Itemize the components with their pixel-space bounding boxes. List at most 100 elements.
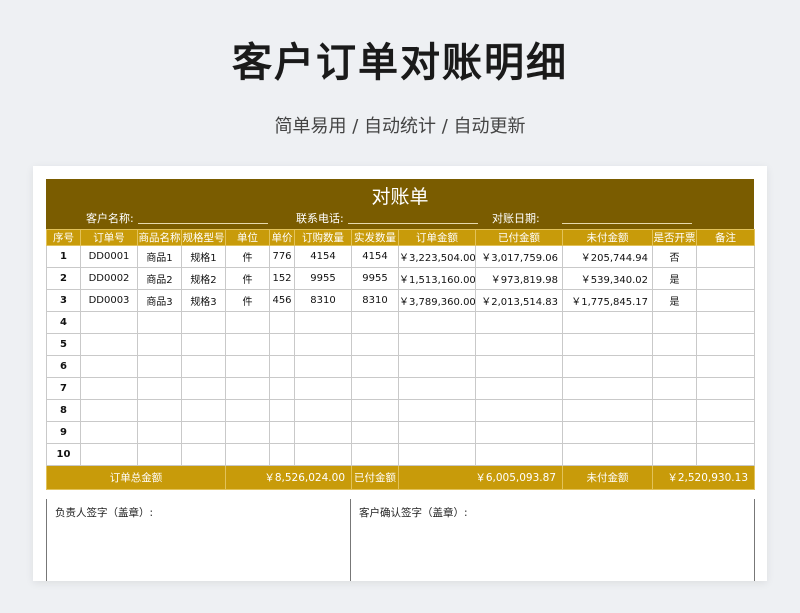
table-cell[interactable]: [475, 399, 563, 422]
table-cell[interactable]: [696, 355, 755, 378]
table-cell[interactable]: DD0003: [80, 289, 138, 312]
table-cell[interactable]: [562, 377, 653, 400]
table-cell[interactable]: ￥973,819.98: [475, 267, 563, 290]
table-cell[interactable]: [351, 443, 399, 466]
table-cell[interactable]: [294, 421, 352, 444]
table-cell[interactable]: ￥3,223,504.00: [398, 245, 476, 268]
date-field[interactable]: [562, 223, 692, 224]
table-cell[interactable]: [398, 399, 476, 422]
table-cell[interactable]: [696, 421, 755, 444]
table-cell[interactable]: [181, 311, 226, 334]
table-cell[interactable]: [351, 399, 399, 422]
table-cell[interactable]: DD0001: [80, 245, 138, 268]
table-cell[interactable]: [269, 377, 295, 400]
table-cell[interactable]: [562, 333, 653, 356]
table-cell[interactable]: 是: [652, 267, 697, 290]
table-cell[interactable]: [652, 333, 697, 356]
table-cell[interactable]: [652, 421, 697, 444]
table-cell[interactable]: [225, 311, 270, 334]
table-cell[interactable]: [398, 377, 476, 400]
table-cell[interactable]: [294, 377, 352, 400]
table-cell[interactable]: [137, 355, 182, 378]
table-cell[interactable]: [652, 443, 697, 466]
table-cell[interactable]: [475, 311, 563, 334]
table-cell[interactable]: [269, 443, 295, 466]
customer-name-field[interactable]: [138, 223, 268, 224]
table-cell[interactable]: [80, 311, 138, 334]
table-cell[interactable]: [225, 443, 270, 466]
table-cell[interactable]: 456: [269, 289, 295, 312]
table-cell[interactable]: [80, 355, 138, 378]
table-cell[interactable]: 9955: [294, 267, 352, 290]
table-cell[interactable]: [269, 399, 295, 422]
table-cell[interactable]: [137, 421, 182, 444]
table-cell[interactable]: 是: [652, 289, 697, 312]
table-cell[interactable]: ￥1,775,845.17: [562, 289, 653, 312]
table-cell[interactable]: 9955: [351, 267, 399, 290]
table-cell[interactable]: [652, 377, 697, 400]
table-cell[interactable]: [181, 399, 226, 422]
table-cell[interactable]: [351, 333, 399, 356]
table-cell[interactable]: [652, 311, 697, 334]
table-cell[interactable]: [398, 355, 476, 378]
table-cell[interactable]: [696, 399, 755, 422]
table-cell[interactable]: [181, 333, 226, 356]
table-cell[interactable]: DD0002: [80, 267, 138, 290]
table-cell[interactable]: [398, 443, 476, 466]
table-cell[interactable]: [137, 377, 182, 400]
table-cell[interactable]: [80, 333, 138, 356]
table-cell[interactable]: [475, 421, 563, 444]
table-cell[interactable]: ￥3,017,759.06: [475, 245, 563, 268]
table-cell[interactable]: 商品1: [137, 245, 182, 268]
table-cell[interactable]: [562, 355, 653, 378]
table-cell[interactable]: [137, 333, 182, 356]
table-cell[interactable]: [652, 355, 697, 378]
table-cell[interactable]: [696, 289, 755, 312]
table-cell[interactable]: [696, 267, 755, 290]
table-cell[interactable]: ￥539,340.02: [562, 267, 653, 290]
table-cell[interactable]: [475, 443, 563, 466]
table-cell[interactable]: 商品3: [137, 289, 182, 312]
table-cell[interactable]: [269, 355, 295, 378]
table-cell[interactable]: [225, 377, 270, 400]
table-cell[interactable]: [562, 399, 653, 422]
table-cell[interactable]: 件: [225, 289, 270, 312]
table-cell[interactable]: [351, 311, 399, 334]
table-cell[interactable]: [696, 311, 755, 334]
table-cell[interactable]: [225, 333, 270, 356]
table-cell[interactable]: [696, 377, 755, 400]
table-cell[interactable]: [181, 421, 226, 444]
table-cell[interactable]: [80, 443, 138, 466]
table-cell[interactable]: [137, 399, 182, 422]
table-cell[interactable]: [475, 333, 563, 356]
table-cell[interactable]: 776: [269, 245, 295, 268]
table-cell[interactable]: 规格1: [181, 245, 226, 268]
table-cell[interactable]: [137, 443, 182, 466]
table-cell[interactable]: 规格3: [181, 289, 226, 312]
table-cell[interactable]: [562, 311, 653, 334]
table-cell[interactable]: [269, 311, 295, 334]
table-cell[interactable]: [137, 311, 182, 334]
table-cell[interactable]: ￥3,789,360.00: [398, 289, 476, 312]
table-cell[interactable]: 4154: [294, 245, 352, 268]
table-cell[interactable]: ￥1,513,160.00: [398, 267, 476, 290]
signature-box-customer[interactable]: 客户确认签字（盖章）:: [350, 499, 755, 581]
table-cell[interactable]: [696, 333, 755, 356]
table-cell[interactable]: 规格2: [181, 267, 226, 290]
table-cell[interactable]: [562, 443, 653, 466]
signature-box-manager[interactable]: 负责人签字（盖章）:: [46, 499, 351, 581]
table-cell[interactable]: [398, 333, 476, 356]
table-cell[interactable]: [181, 377, 226, 400]
table-cell[interactable]: [294, 443, 352, 466]
table-cell[interactable]: [181, 443, 226, 466]
table-cell[interactable]: [80, 399, 138, 422]
table-cell[interactable]: [294, 399, 352, 422]
table-cell[interactable]: [80, 377, 138, 400]
table-cell[interactable]: [398, 311, 476, 334]
table-cell[interactable]: ￥2,013,514.83: [475, 289, 563, 312]
table-cell[interactable]: 商品2: [137, 267, 182, 290]
table-cell[interactable]: [225, 355, 270, 378]
table-cell[interactable]: [294, 355, 352, 378]
phone-field[interactable]: [348, 223, 478, 224]
table-cell[interactable]: 件: [225, 245, 270, 268]
